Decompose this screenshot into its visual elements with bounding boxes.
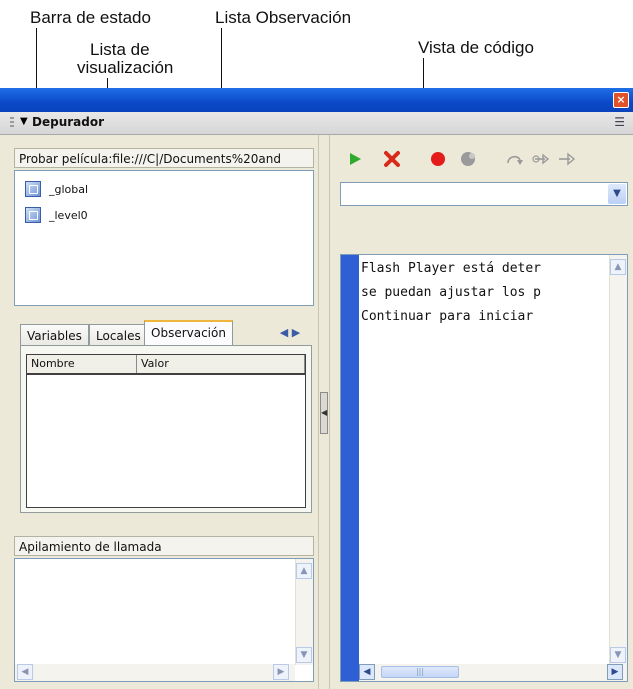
scroll-left-icon[interactable]: ◀ bbox=[17, 664, 33, 680]
call-stack-header: Apilamiento de llamada bbox=[14, 536, 314, 556]
splitter-handle-icon[interactable]: ◀ bbox=[320, 392, 328, 434]
grip-icon[interactable] bbox=[10, 117, 14, 129]
list-item-label: _global bbox=[49, 182, 89, 196]
tab-scroll-arrows[interactable]: ◀ ▶ bbox=[270, 324, 310, 342]
column-header-valor[interactable]: Valor bbox=[137, 355, 305, 373]
scroll-right-icon[interactable]: ▶ bbox=[607, 664, 623, 680]
movie-clip-icon bbox=[25, 207, 41, 223]
watch-table-header: Nombre Valor bbox=[27, 355, 305, 375]
code-view[interactable]: Flash Player está deter se puedan ajusta… bbox=[340, 254, 628, 682]
scroll-down-icon[interactable]: ▼ bbox=[296, 647, 312, 663]
continue-icon[interactable] bbox=[345, 150, 365, 170]
list-item[interactable]: _global bbox=[25, 181, 88, 197]
tab-observacion[interactable]: Observación bbox=[144, 320, 233, 346]
callout-watch-list: Lista Observación bbox=[215, 8, 352, 27]
display-list: _global _level0 bbox=[14, 170, 314, 306]
code-line: se puedan ajustar los p bbox=[361, 285, 542, 300]
step-in-icon[interactable] bbox=[531, 150, 551, 170]
callout-display-list-1: Lista de bbox=[90, 40, 150, 59]
scroll-down-icon[interactable]: ▼ bbox=[610, 647, 626, 663]
call-stack-hscrollbar[interactable]: ◀ ▶ bbox=[15, 664, 295, 681]
callout-display-list-2: visualización bbox=[77, 58, 174, 77]
scroll-up-icon[interactable]: ▲ bbox=[610, 259, 626, 275]
callout-code-view: Vista de código bbox=[418, 38, 534, 57]
step-over-icon[interactable] bbox=[505, 150, 525, 170]
close-icon[interactable]: × bbox=[613, 92, 629, 108]
code-gutter[interactable] bbox=[341, 255, 359, 681]
stop-debugging-icon[interactable] bbox=[382, 150, 402, 170]
code-line: Flash Player está deter bbox=[361, 261, 542, 276]
collapse-arrow-icon[interactable]: ▼ bbox=[20, 116, 28, 127]
column-header-nombre[interactable]: Nombre bbox=[27, 355, 137, 373]
scroll-up-icon[interactable]: ▲ bbox=[296, 563, 312, 579]
remove-breakpoints-icon[interactable] bbox=[458, 150, 478, 170]
scroll-right-icon[interactable]: ▶ bbox=[273, 664, 289, 680]
chevron-down-icon[interactable]: ▼ bbox=[608, 184, 626, 204]
scroll-left-icon[interactable]: ◀ bbox=[359, 664, 375, 680]
panel-menu-icon[interactable]: ☰ bbox=[614, 115, 625, 129]
code-hscrollbar[interactable]: ◀ ||| ▶ bbox=[359, 664, 627, 681]
scroll-thumb[interactable]: ||| bbox=[381, 666, 459, 678]
panel-title: Depurador bbox=[32, 115, 104, 129]
status-bar: Probar película:file:///C|/Documents%20a… bbox=[14, 148, 314, 168]
call-stack-list: ▲ ▼ ◀ ▶ bbox=[14, 558, 314, 682]
movie-clip-icon bbox=[25, 181, 41, 197]
list-item-label: _level0 bbox=[49, 208, 88, 222]
list-item[interactable]: _level0 bbox=[25, 207, 88, 223]
step-out-icon[interactable] bbox=[556, 150, 576, 170]
callout-status-bar: Barra de estado bbox=[30, 8, 151, 27]
code-line: Continuar para iniciar bbox=[361, 309, 534, 324]
watch-table: Nombre Valor bbox=[26, 354, 306, 508]
window-titlebar[interactable] bbox=[0, 88, 633, 112]
script-selector[interactable]: ▼ bbox=[340, 182, 628, 206]
tab-locales[interactable]: Locales bbox=[89, 324, 148, 346]
call-stack-vscrollbar[interactable]: ▲ ▼ bbox=[295, 559, 313, 665]
code-vscrollbar[interactable]: ▲ ▼ bbox=[609, 255, 627, 665]
tab-variables[interactable]: Variables bbox=[20, 324, 89, 346]
breakpoint-icon[interactable] bbox=[428, 150, 448, 170]
